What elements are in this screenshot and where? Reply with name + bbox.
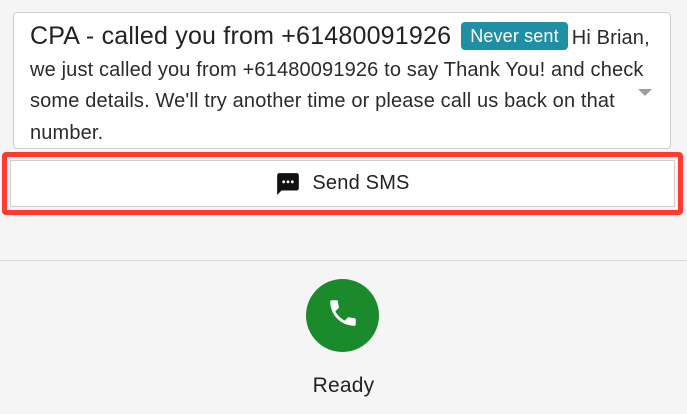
send-sms-label: Send SMS xyxy=(312,172,410,194)
sms-template-text: CPA - called you from +61480091926 Never … xyxy=(30,21,656,149)
sms-template-select[interactable]: CPA - called you from +61480091926 Never … xyxy=(13,12,671,149)
send-sms-button[interactable]: Send SMS xyxy=(10,160,675,207)
phone-icon xyxy=(326,296,360,335)
status-badge: Never sent xyxy=(461,22,568,50)
call-button[interactable] xyxy=(306,279,379,352)
message-icon xyxy=(275,171,301,197)
sms-panel: CPA - called you from +61480091926 Never … xyxy=(0,0,687,414)
send-sms-highlight: Send SMS xyxy=(2,152,683,215)
call-status-label: Ready xyxy=(312,374,375,397)
dropdown-arrow-icon[interactable] xyxy=(638,89,652,96)
sms-template-title: CPA - called you from +61480091926 xyxy=(30,22,452,50)
divider xyxy=(0,260,687,261)
